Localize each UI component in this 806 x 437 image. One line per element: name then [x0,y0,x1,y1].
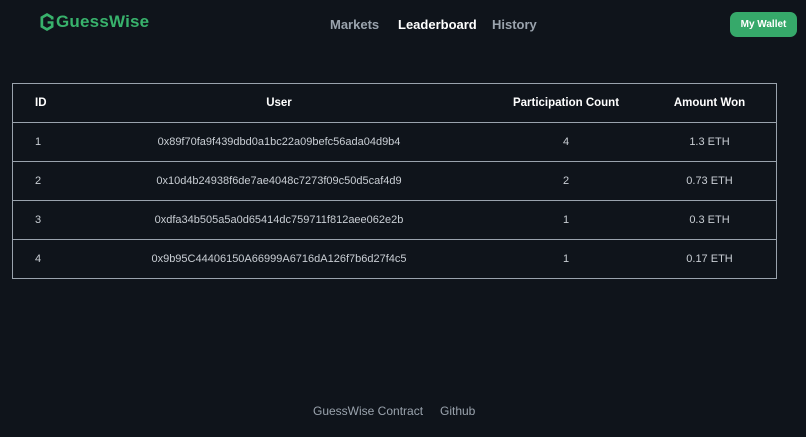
cell-user-address: 0x10d4b24938f6de7ae4048c7273f09c50d5caf4… [156,175,402,187]
cell-amount-won: 1.3 ETH [689,136,730,148]
cell-amount-won: 0.17 ETH [686,253,733,265]
column-header-user[interactable]: User [69,84,489,123]
cell-participation-count: 4 [562,136,570,148]
footer-github-link[interactable]: Github [440,404,475,418]
footer: GuessWise Contract Github [0,404,806,420]
footer-contract-link[interactable]: GuessWise Contract [313,404,423,418]
table-row[interactable]: 2 0x10d4b24938f6de7ae4048c7273f09c50d5ca… [13,161,776,201]
cell-amount-won: 0.3 ETH [689,214,730,226]
page: GuessWise Markets Leaderboard History My… [0,0,806,437]
cell-participation-count: 1 [562,214,570,226]
nav-leaderboard[interactable]: Leaderboard [398,17,477,32]
cell-user-address: 0xdfa34b505a5a0d65414dc759711f812aee062e… [154,214,404,226]
cell-user-address: 0x9b95C44406150A66999A6716dA126f7b6d27f4… [151,253,407,265]
my-wallet-button[interactable]: My Wallet [730,12,797,37]
cell-id: 2 [35,175,42,187]
cell-participation-count: 1 [562,253,570,265]
table-row[interactable]: 4 0x9b95C44406150A66999A6716dA126f7b6d27… [13,239,776,279]
column-header-amount-won[interactable]: Amount Won [643,84,776,123]
nav-history[interactable]: History [492,17,537,32]
table-row[interactable]: 1 0x89f70fa9f439dbd0a1bc22a09befc56ada04… [13,122,776,162]
cell-amount-won: 0.73 ETH [686,175,733,187]
leaderboard-table: ID User Participation Count Amount Won 1… [12,83,777,279]
cell-user-address: 0x89f70fa9f439dbd0a1bc22a09befc56ada04d9… [157,136,401,148]
cell-id: 3 [35,214,42,226]
table-header-row: ID User Participation Count Amount Won [13,84,776,123]
cell-id: 1 [35,136,42,148]
cell-id: 4 [35,253,42,265]
header: GuessWise Markets Leaderboard History My… [0,0,806,50]
column-header-id[interactable]: ID [13,84,69,123]
main-nav: Markets Leaderboard History [0,17,806,33]
nav-markets[interactable]: Markets [330,17,379,32]
table-row[interactable]: 3 0xdfa34b505a5a0d65414dc759711f812aee06… [13,200,776,240]
cell-participation-count: 2 [562,175,570,187]
column-header-participation-count[interactable]: Participation Count [489,84,643,123]
